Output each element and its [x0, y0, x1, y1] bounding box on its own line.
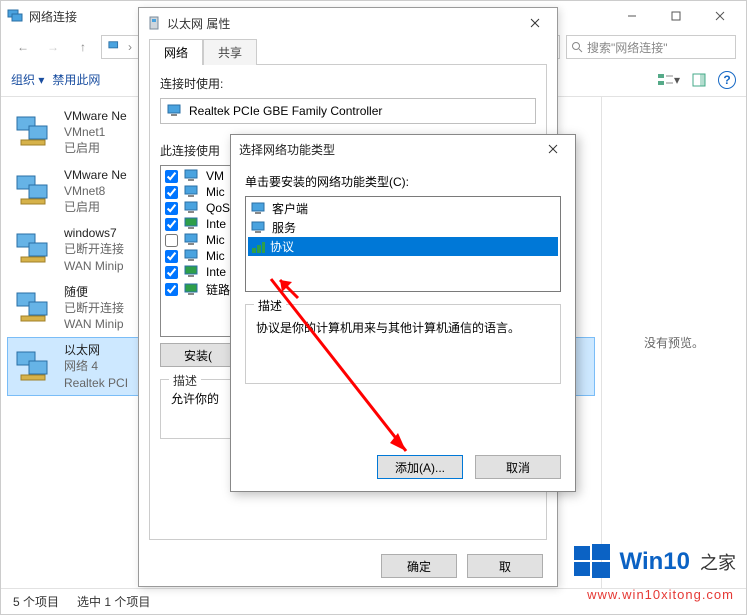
- cancel-button[interactable]: 取消: [475, 455, 561, 479]
- client-icon: [184, 233, 200, 247]
- back-button[interactable]: ←: [11, 35, 35, 59]
- item-label: Mic: [206, 185, 225, 199]
- connect-using-label: 连接时使用:: [160, 75, 536, 92]
- cancel-button[interactable]: 取: [467, 554, 543, 578]
- connection-text: VMware NeVMnet1已启用: [64, 108, 127, 157]
- item-checkbox[interactable]: [165, 250, 178, 263]
- maximize-button[interactable]: [654, 2, 698, 30]
- item-checkbox[interactable]: [165, 170, 178, 183]
- type-label: 服务: [272, 219, 296, 236]
- adapter-name: Realtek PCIe GBE Family Controller: [189, 104, 382, 118]
- description-text: 协议是你的计算机用来与其他计算机通信的语言。: [256, 319, 550, 367]
- up-button[interactable]: ↑: [71, 35, 95, 59]
- feature-type-row[interactable]: 协议: [248, 237, 558, 256]
- item-checkbox[interactable]: [165, 234, 178, 247]
- type-label: 协议: [270, 238, 294, 255]
- client-icon: [184, 201, 200, 215]
- status-bar: 5 个项目 选中 1 个项目: [1, 588, 746, 614]
- adapter-icon: [147, 16, 161, 30]
- feature-type-row[interactable]: 客户端: [248, 199, 558, 218]
- item-checkbox[interactable]: [165, 186, 178, 199]
- description-legend: 描述: [254, 297, 286, 314]
- selected-count: 选中 1 个项目: [77, 593, 150, 610]
- connection-icon: [14, 113, 56, 151]
- search-input[interactable]: 搜索"网络连接": [566, 35, 736, 59]
- client-icon: [184, 185, 200, 199]
- properties-titlebar[interactable]: 以太网 属性: [139, 8, 557, 38]
- explorer-title: 网络连接: [29, 8, 77, 25]
- select-feature-type-dialog: 选择网络功能类型 单击要安装的网络功能类型(C): 客户端服务协议 描述 协议是…: [230, 134, 576, 492]
- add-button[interactable]: 添加(A)...: [377, 455, 463, 479]
- protocol-icon: [184, 217, 200, 231]
- item-label: Mic: [206, 233, 225, 247]
- connection-text: 以太网网络 4Realtek PCI: [64, 342, 128, 391]
- connection-icon: [14, 172, 56, 210]
- item-checkbox[interactable]: [165, 283, 178, 296]
- description-group: 描述 协议是你的计算机用来与其他计算机通信的语言。: [245, 304, 561, 384]
- description-legend: 描述: [169, 372, 201, 389]
- protocol-icon: [184, 283, 200, 297]
- preview-pane: 没有预览。: [601, 97, 746, 588]
- search-icon: [571, 41, 583, 53]
- dialog-titlebar[interactable]: 选择网络功能类型: [231, 135, 575, 163]
- preview-pane-button[interactable]: [688, 69, 710, 91]
- client-icon: [251, 221, 267, 235]
- protocol-icon: [184, 265, 200, 279]
- type-label: 客户端: [272, 200, 308, 217]
- close-button[interactable]: [539, 138, 567, 160]
- install-button[interactable]: 安装(: [160, 343, 236, 367]
- client-icon: [184, 249, 200, 263]
- adapter-card-icon: [167, 104, 183, 118]
- properties-tabs: 网络 共享: [139, 38, 557, 64]
- select-label: 单击要安装的网络功能类型(C):: [245, 173, 561, 190]
- no-preview-label: 没有预览。: [644, 334, 704, 351]
- client-icon: [184, 169, 200, 183]
- organize-menu[interactable]: 组织 ▾: [11, 71, 44, 88]
- search-placeholder: 搜索"网络连接": [587, 39, 668, 56]
- connection-text: VMware NeVMnet8已启用: [64, 167, 127, 216]
- item-label: Mic: [206, 249, 225, 263]
- close-button[interactable]: [698, 2, 742, 30]
- properties-title: 以太网 属性: [167, 15, 230, 32]
- connection-icon: [14, 348, 56, 386]
- item-checkbox[interactable]: [165, 266, 178, 279]
- item-checkbox[interactable]: [165, 218, 178, 231]
- disable-device-button[interactable]: 禁用此网: [52, 71, 100, 88]
- feature-type-list[interactable]: 客户端服务协议: [245, 196, 561, 292]
- close-button[interactable]: [521, 12, 549, 34]
- dialog-title: 选择网络功能类型: [239, 141, 335, 158]
- tab-sharing[interactable]: 共享: [203, 39, 257, 65]
- item-label: Inte: [206, 217, 226, 231]
- item-count: 5 个项目: [13, 593, 59, 610]
- protocol-icon: [251, 240, 265, 254]
- feature-type-row[interactable]: 服务: [248, 218, 558, 237]
- forward-button[interactable]: →: [41, 35, 65, 59]
- connection-icon: [14, 230, 56, 268]
- chevron-down-icon: ▾: [674, 73, 680, 87]
- connection-text: 随便已断开连接WAN Minip: [64, 284, 124, 333]
- help-button[interactable]: ?: [718, 71, 736, 89]
- item-label: VM: [206, 169, 224, 183]
- ok-button[interactable]: 确定: [381, 554, 457, 578]
- connection-icon: [14, 289, 56, 327]
- item-label: QoS: [206, 201, 230, 215]
- item-label: Inte: [206, 265, 226, 279]
- connection-text: windows7已断开连接WAN Minip: [64, 225, 124, 274]
- tab-network[interactable]: 网络: [149, 39, 203, 65]
- item-checkbox[interactable]: [165, 202, 178, 215]
- item-label: 链路: [206, 281, 230, 298]
- view-options-button[interactable]: ▾: [658, 69, 680, 91]
- network-icon: [7, 8, 23, 24]
- client-icon: [251, 202, 267, 216]
- adapter-field: Realtek PCIe GBE Family Controller: [160, 98, 536, 124]
- minimize-button[interactable]: [610, 2, 654, 30]
